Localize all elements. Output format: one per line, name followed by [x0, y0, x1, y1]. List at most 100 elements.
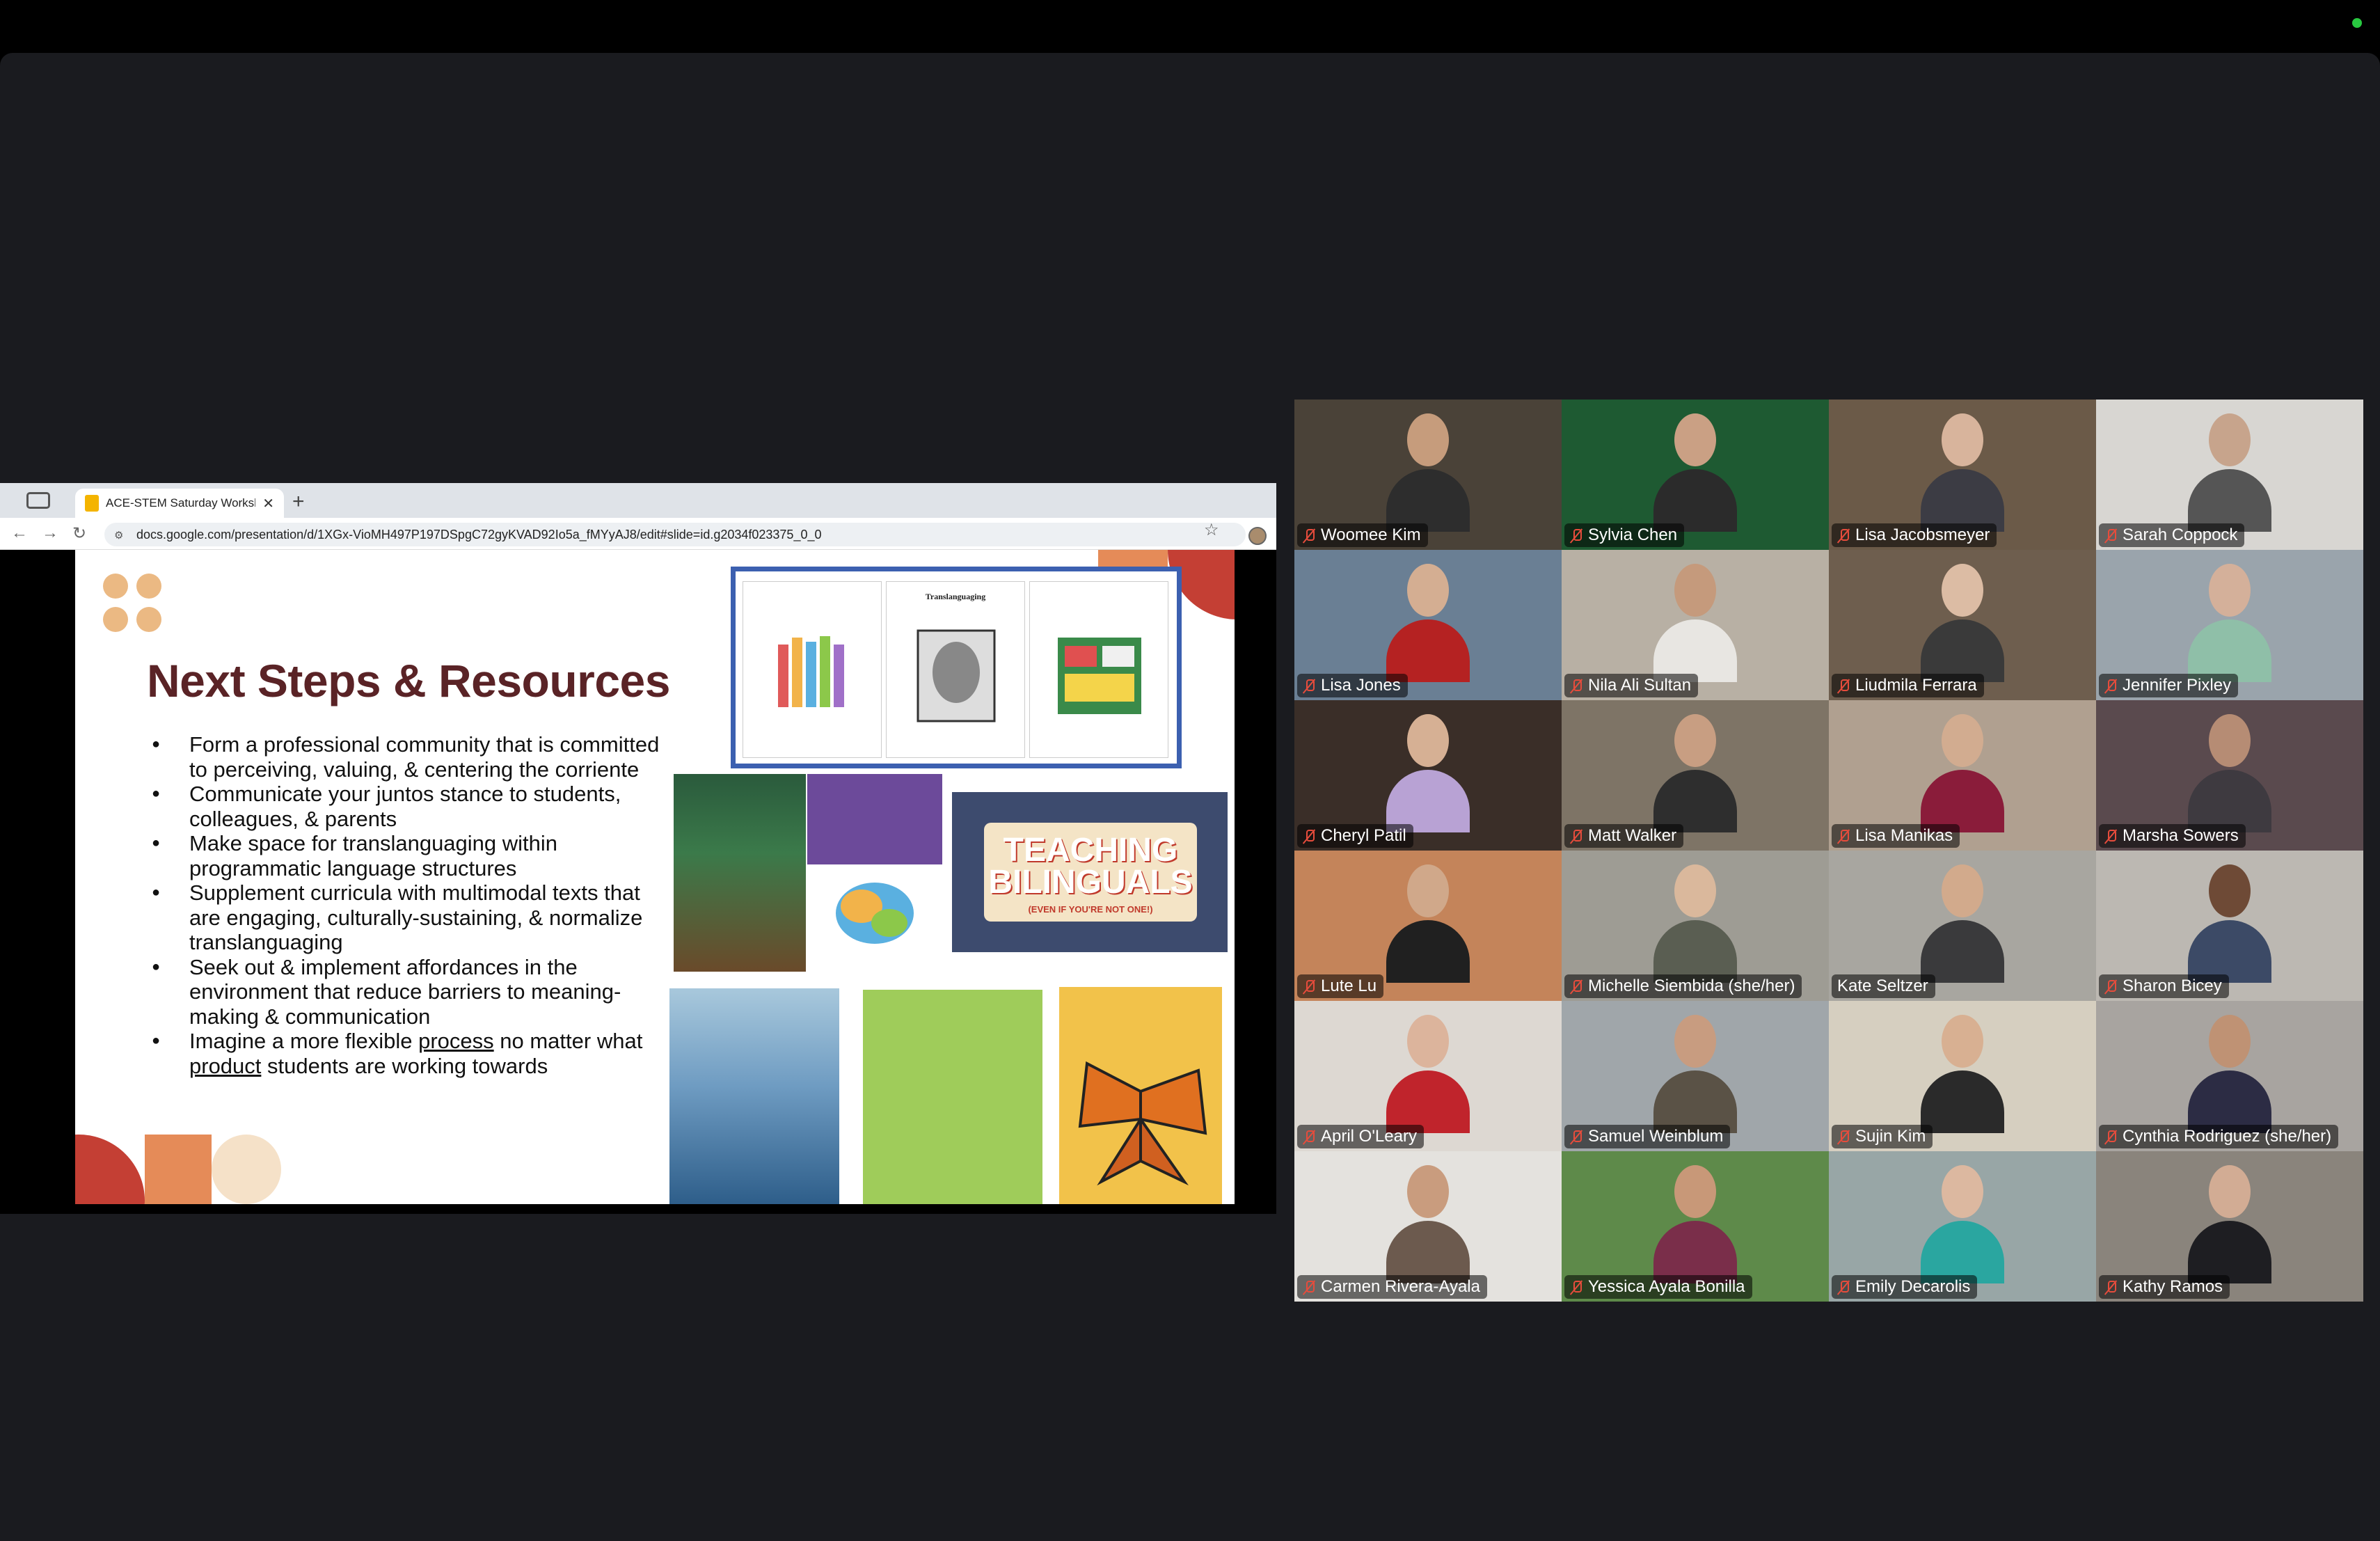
- participant-tile[interactable]: Woomee Kim: [1294, 400, 1562, 550]
- participant-name: Yessica Ayala Bonilla: [1588, 1277, 1745, 1296]
- participant-body: [1653, 770, 1737, 833]
- guide-illustration: [778, 636, 844, 707]
- participant-body: [1653, 920, 1737, 983]
- participant-nametag: Lisa Jones: [1297, 674, 1408, 697]
- slide-viewport: Next Steps & Resources Form a profession…: [0, 550, 1276, 1214]
- participant-video: [2188, 413, 2271, 532]
- participant-tile[interactable]: Liudmila Ferrara: [1829, 550, 2096, 700]
- decor-dot: [103, 574, 128, 599]
- participant-nametag: Nila Ali Sultan: [1564, 674, 1699, 697]
- participant-tile[interactable]: Marsha Sowers: [2096, 700, 2363, 851]
- participant-name: Jennifer Pixley: [2123, 676, 2232, 695]
- participant-video: [2188, 1015, 2271, 1134]
- participant-nametag: Carmen Rivera-Ayala: [1297, 1275, 1487, 1299]
- participant-video: [2188, 714, 2271, 833]
- participant-body: [1386, 920, 1470, 983]
- participant-tile[interactable]: Kathy Ramos: [2096, 1151, 2363, 1302]
- participant-nametag: Yessica Ayala Bonilla: [1564, 1275, 1752, 1299]
- participant-body: [1921, 920, 2004, 983]
- participant-video: [1386, 564, 1470, 683]
- book-subtitle: (EVEN IF YOU'RE NOT ONE!): [1028, 904, 1153, 915]
- browser-tab[interactable]: ACE-STEM Saturday Workshop ✕: [75, 489, 284, 518]
- participant-tile[interactable]: Sharon Bicey: [2096, 851, 2363, 1001]
- participant-tile[interactable]: Lisa Jacobsmeyer: [1829, 400, 2096, 550]
- decor-dot: [103, 607, 128, 632]
- desktop-screen: ACE-STEM Saturday Workshop ✕ + ← → ↻ ⚙ d…: [0, 0, 2380, 1541]
- participant-tile[interactable]: Carmen Rivera-Ayala: [1294, 1151, 1562, 1302]
- participant-video: [2188, 1165, 2271, 1284]
- shared-screen: ACE-STEM Saturday Workshop ✕ + ← → ↻ ⚙ d…: [0, 483, 1276, 1214]
- participant-tile[interactable]: Cheryl Patil: [1294, 700, 1562, 851]
- participant-nametag: Marsha Sowers: [2099, 824, 2246, 848]
- participant-body: [1921, 619, 2004, 683]
- reload-button[interactable]: ↻: [72, 523, 86, 544]
- tab-close-button[interactable]: ✕: [262, 495, 274, 512]
- decor-shape: [75, 1135, 145, 1204]
- participant-video: [1921, 564, 2004, 683]
- participant-tile[interactable]: Sujin Kim: [1829, 1001, 2096, 1151]
- muted-mic-icon: [1570, 679, 1582, 693]
- tab-title: ACE-STEM Saturday Workshop: [106, 496, 255, 509]
- muted-mic-icon: [1570, 1280, 1582, 1294]
- participant-body: [2188, 619, 2271, 683]
- participant-video: [2188, 864, 2271, 983]
- participant-head: [2209, 1165, 2251, 1219]
- participant-tile[interactable]: Lisa Jones: [1294, 550, 1562, 700]
- participant-name: April O'Leary: [1321, 1127, 1417, 1146]
- monarch-butterfly-illustration: [1078, 1061, 1207, 1186]
- participant-body: [1386, 770, 1470, 833]
- participant-tile[interactable]: Michelle Siembida (she/her): [1562, 851, 1829, 1001]
- book-cover-rooted-in-strength: [863, 990, 1042, 1204]
- participant-tile[interactable]: Lisa Manikas: [1829, 700, 2096, 851]
- book-cover-teaching-bilinguals: TEACHING BILINGUALS (EVEN IF YOU'RE NOT …: [952, 792, 1228, 952]
- participant-head: [2209, 714, 2251, 768]
- muted-mic-icon: [1303, 1280, 1315, 1294]
- participant-tile[interactable]: Emily Decarolis: [1829, 1151, 2096, 1302]
- participant-body: [1653, 469, 1737, 532]
- browser-toolbar: ← → ↻ ⚙ docs.google.com/presentation/d/1…: [0, 518, 1276, 550]
- muted-mic-icon: [2104, 679, 2117, 693]
- profile-avatar[interactable]: [1248, 527, 1267, 545]
- address-bar[interactable]: ⚙ docs.google.com/presentation/d/1XGx-Vi…: [104, 523, 1246, 546]
- participant-head: [1674, 714, 1716, 768]
- bullet-item: Supplement curricula with multimodal tex…: [148, 880, 676, 955]
- muted-mic-icon: [2104, 979, 2117, 993]
- forward-button[interactable]: →: [42, 523, 58, 543]
- participant-tile[interactable]: Samuel Weinblum: [1562, 1001, 1829, 1151]
- participant-tile[interactable]: Cynthia Rodriguez (she/her): [2096, 1001, 2363, 1151]
- participant-tile[interactable]: Kate Seltzer: [1829, 851, 2096, 1001]
- muted-mic-icon: [1570, 1130, 1582, 1144]
- participant-head: [1407, 413, 1449, 467]
- participant-nametag: Jennifer Pixley: [2099, 674, 2239, 697]
- muted-mic-icon: [1303, 829, 1315, 843]
- participant-tile[interactable]: Sylvia Chen: [1562, 400, 1829, 550]
- muted-mic-icon: [1303, 979, 1315, 993]
- tab-overview-icon[interactable]: [26, 492, 50, 509]
- muted-mic-icon: [1303, 528, 1315, 542]
- bullet-item: Seek out & implement affordances in the …: [148, 955, 676, 1029]
- participant-tile[interactable]: Jennifer Pixley: [2096, 550, 2363, 700]
- site-settings-icon[interactable]: ⚙: [114, 529, 123, 542]
- book-cover-translanguaging-classroom: [669, 988, 839, 1204]
- slide-title: Next Steps & Resources: [147, 655, 670, 706]
- participant-head: [1407, 1015, 1449, 1068]
- participant-body: [1386, 1070, 1470, 1134]
- participant-gallery: Woomee Kim Sylvia Chen Lisa Jacobsmeyer Sar…: [1294, 400, 2363, 1302]
- muted-mic-icon: [2104, 528, 2117, 542]
- participant-body: [2188, 770, 2271, 833]
- participant-tile[interactable]: Matt Walker: [1562, 700, 1829, 851]
- back-button[interactable]: ←: [11, 523, 28, 543]
- participant-nametag: Samuel Weinblum: [1564, 1125, 1731, 1148]
- bookmark-star-icon[interactable]: ☆: [1204, 520, 1219, 540]
- participant-tile[interactable]: April O'Leary: [1294, 1001, 1562, 1151]
- guide-illustration: [917, 629, 996, 722]
- participant-name: Lisa Jones: [1321, 676, 1401, 695]
- participant-tile[interactable]: Sarah Coppock: [2096, 400, 2363, 550]
- participant-body: [2188, 920, 2271, 983]
- participant-tile[interactable]: Nila Ali Sultan: [1562, 550, 1829, 700]
- participant-nametag: Michelle Siembida (she/her): [1564, 974, 1802, 998]
- participant-tile[interactable]: Yessica Ayala Bonilla: [1562, 1151, 1829, 1302]
- new-tab-button[interactable]: +: [292, 490, 305, 514]
- participant-tile[interactable]: Lute Lu: [1294, 851, 1562, 1001]
- participant-video: [1921, 1015, 2004, 1134]
